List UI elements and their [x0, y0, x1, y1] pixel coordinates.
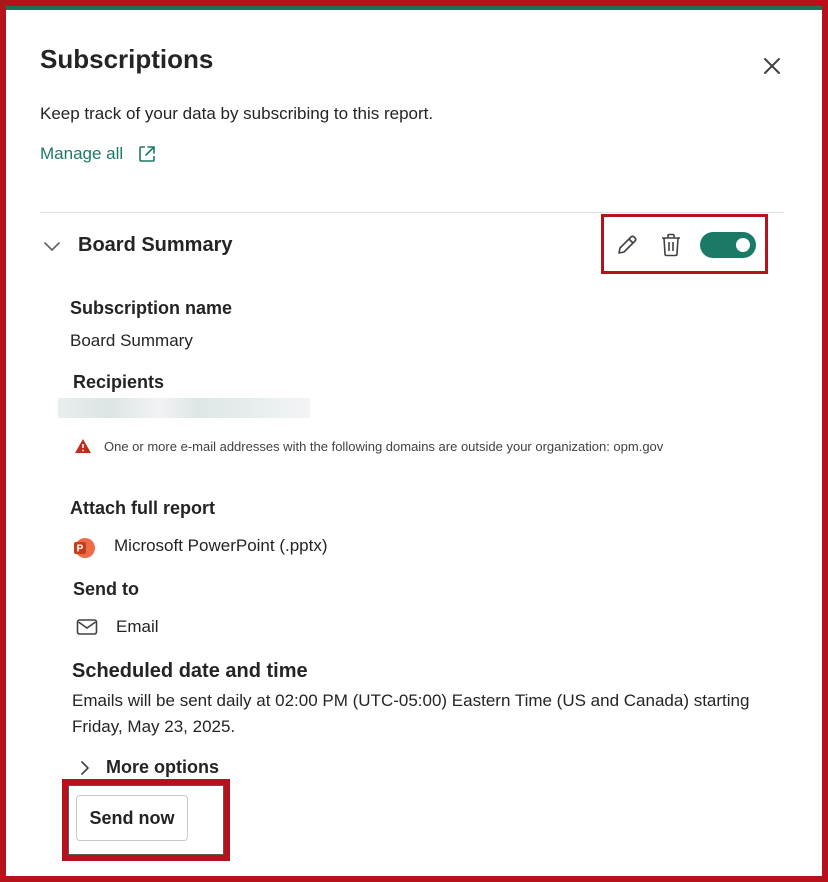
send-now-button[interactable]: Send now [76, 795, 188, 841]
warning-icon [75, 439, 91, 453]
subscription-name-label: Subscription name [70, 298, 233, 318]
recipients-redacted [58, 398, 310, 418]
chevron-right-icon[interactable] [78, 760, 92, 776]
attach-report-label: Attach full report [70, 498, 216, 518]
schedule-label: Scheduled date and time [72, 660, 308, 682]
schedule-text: Emails will be sent daily at 02:00 PM (U… [72, 691, 750, 736]
chevron-down-icon[interactable] [42, 236, 62, 256]
close-icon[interactable] [758, 52, 786, 80]
manage-all-link[interactable]: Manage all [40, 144, 157, 164]
send-to-value: Email [116, 617, 159, 636]
svg-text:P: P [77, 544, 84, 555]
panel-title: Subscriptions [40, 44, 214, 74]
powerpoint-icon: P [74, 538, 95, 558]
panel-description: Keep track of your data by subscribing t… [40, 104, 434, 123]
subscription-name-value: Board Summary [70, 331, 193, 350]
subscription-title[interactable]: Board Summary [78, 234, 233, 257]
manage-all-label: Manage all [40, 144, 124, 163]
mail-icon [76, 619, 98, 635]
toggle-knob [736, 238, 750, 252]
subscription-toggle[interactable] [700, 232, 756, 258]
recipients-label: Recipients [73, 372, 165, 392]
pencil-icon[interactable] [615, 233, 639, 257]
attach-report-value: Microsoft PowerPoint (.pptx) [114, 536, 328, 555]
external-domain-warning: One or more e-mail addresses with the fo… [104, 439, 664, 454]
send-to-label: Send to [73, 579, 139, 599]
trash-icon[interactable] [659, 232, 683, 258]
more-options-toggle[interactable]: More options [106, 757, 219, 778]
open-external-icon [139, 146, 155, 162]
section-divider [40, 212, 784, 213]
